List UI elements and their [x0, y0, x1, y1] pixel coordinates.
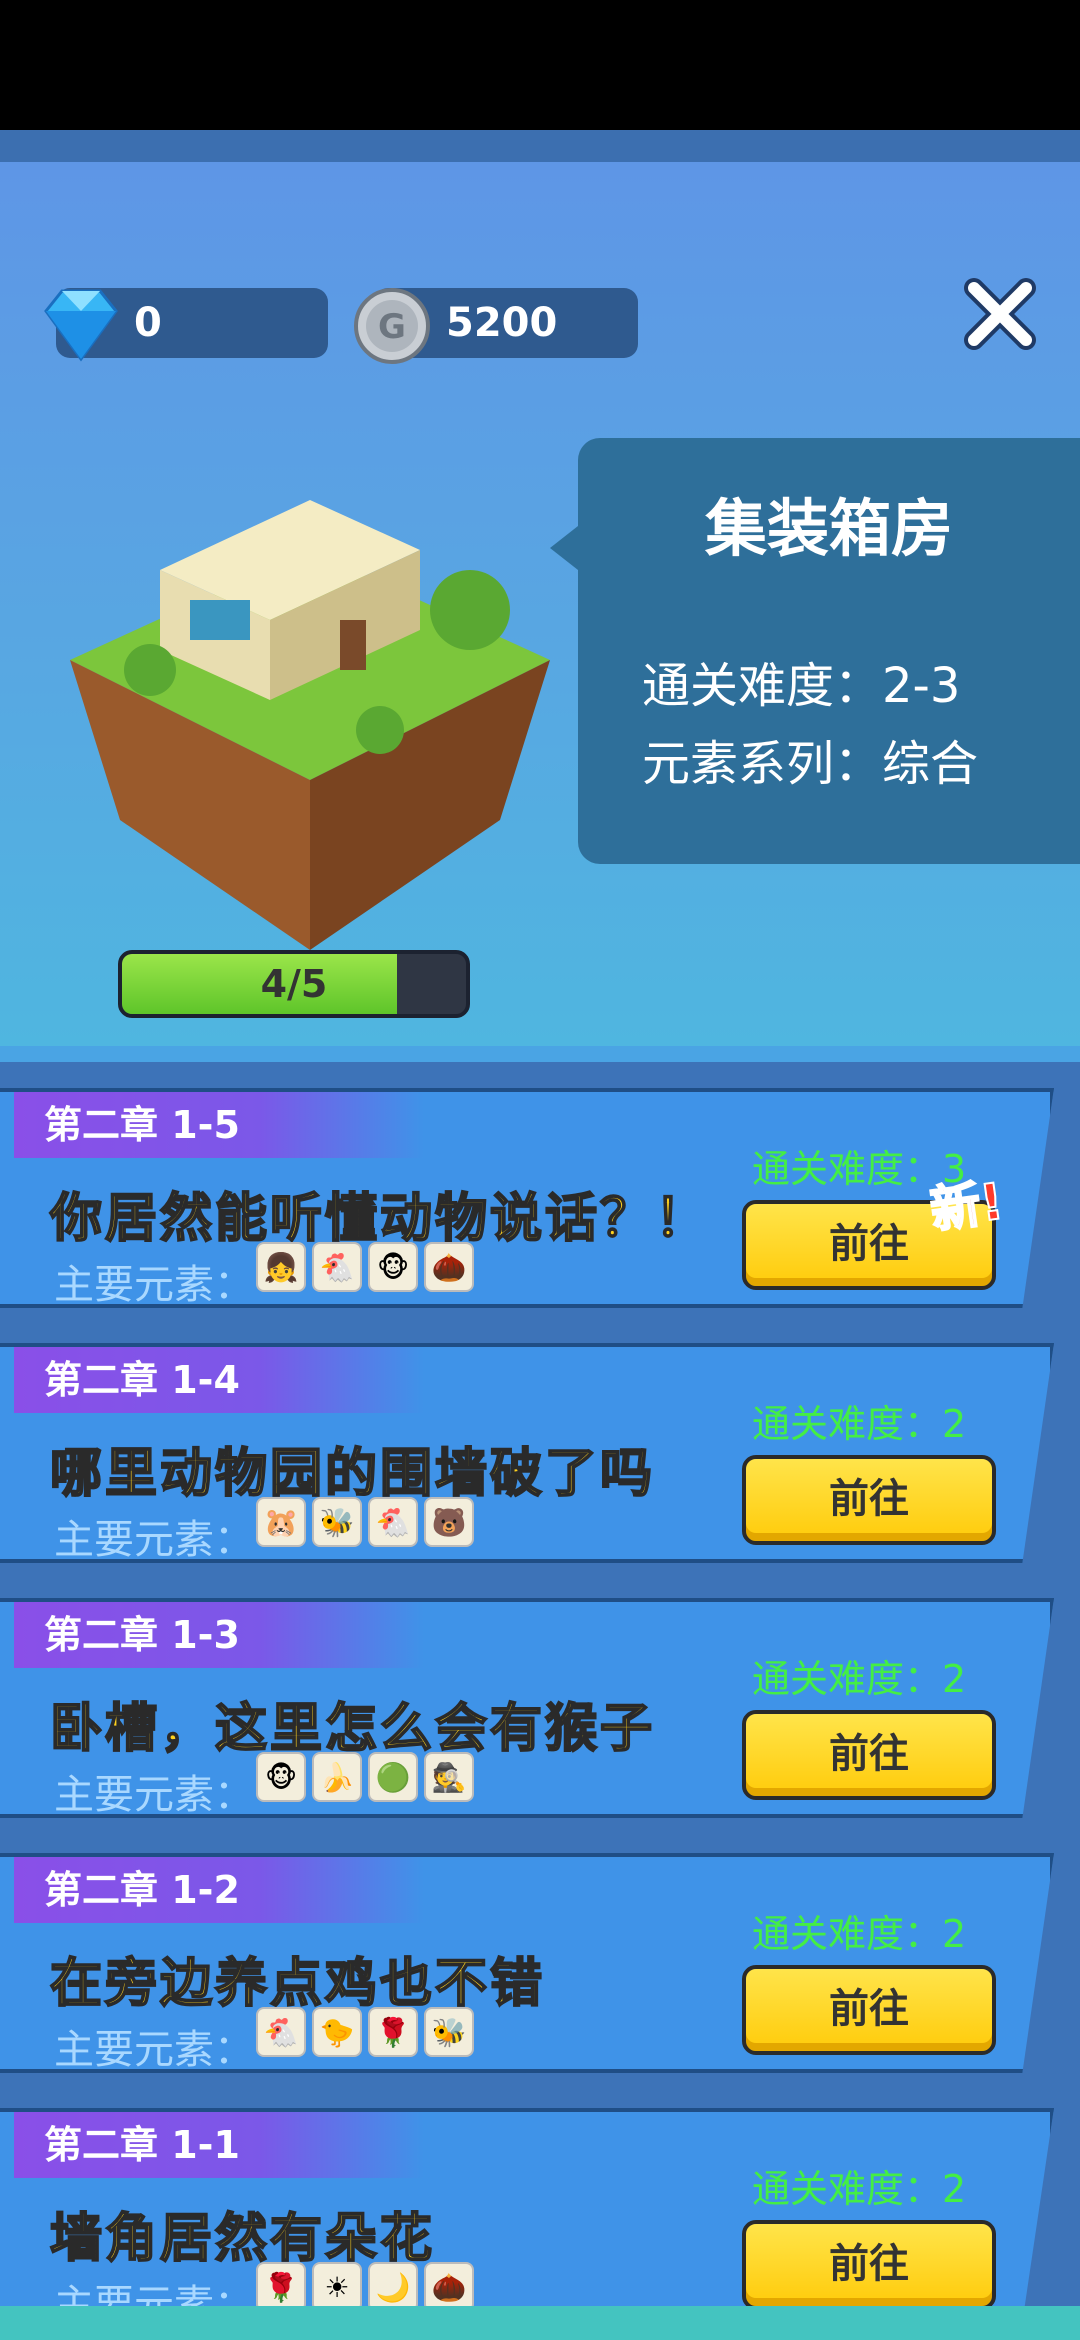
sun-icon: ☀: [312, 2262, 362, 2312]
monkey-icon: 🐵: [256, 1752, 306, 1802]
chapter-card: 第二章 1-3 卧槽，这里怎么会有猴子 主要元素： 🐵 🍌 🟢 🕵 通关难度：2…: [0, 1598, 1054, 1818]
chapter-card: 第二章 1-1 墙角居然有朵花 主要元素： 🌹 ☀ 🌙 🌰 通关难度：2 前往: [0, 2108, 1054, 2322]
close-button[interactable]: [960, 274, 1040, 354]
header-strip: [0, 130, 1080, 162]
chapter-title: 你居然能听懂动物说话？！: [49, 1188, 711, 1250]
chapter-tag: 第二章 1-1: [14, 2112, 424, 2178]
chapter-difficulty: 通关难度：2: [752, 2167, 967, 2211]
chick-icon: 🐤: [312, 2007, 362, 2057]
chapter-title: 墙角居然有朵花: [49, 2208, 436, 2270]
chapter-title: 卧槽，这里怎么会有猴子: [49, 1698, 656, 1760]
chapter-difficulty: 通关难度：2: [752, 1657, 967, 1701]
building-info-panel: 集装箱房 通关难度：2-3 元素系列：综合: [550, 438, 1080, 864]
difficulty-range: 通关难度：2-3: [642, 658, 961, 714]
new-badge: 新!: [926, 1171, 1008, 1241]
elements-label: 主要元素：: [54, 1262, 254, 1308]
banana-icon: 🍌: [312, 1752, 362, 1802]
elements-label: 主要元素：: [54, 1517, 254, 1563]
seed-icon: 🌰: [424, 1242, 474, 1292]
rose-icon: 🌹: [368, 2007, 418, 2057]
chapter-tag: 第二章 1-3: [14, 1602, 424, 1668]
chicken-icon: 🐔: [256, 2007, 306, 2057]
elements-label: 主要元素：: [54, 2027, 254, 2073]
chapter-card: 第二章 1-4 哪里动物园的围墙破了吗 主要元素： 🐹 🐝 🐔 🐻 通关难度：2…: [0, 1343, 1054, 1563]
go-button[interactable]: 前往: [742, 1455, 996, 1545]
rose-icon: 🌹: [256, 2262, 306, 2312]
building-progress-bar: 4/5: [118, 950, 470, 1018]
island-illustration: [70, 500, 550, 950]
element-icons: 🐔 🐤 🌹 🐝: [256, 2007, 474, 2057]
gem-count: 0: [134, 300, 162, 346]
chapter-tag: 第二章 1-5: [14, 1092, 424, 1158]
diamond-icon: [44, 289, 118, 362]
girl-icon: 👧: [256, 1242, 306, 1292]
element-series: 元素系列：综合: [642, 736, 979, 792]
progress-text: 4/5: [260, 962, 328, 1006]
go-button[interactable]: 前往: [742, 1710, 996, 1800]
moon-icon: 🌙: [368, 2262, 418, 2312]
element-icons: 🐵 🍌 🟢 🕵: [256, 1752, 474, 1802]
bottom-strip: [0, 2306, 1080, 2340]
durian-icon: 🟢: [368, 1752, 418, 1802]
chapter-tag: 第二章 1-4: [14, 1347, 424, 1413]
chapter-difficulty: 通关难度：2: [752, 1402, 967, 1446]
chapter-tag: 第二章 1-2: [14, 1857, 424, 1923]
chapter-title: 在旁边养点鸡也不错: [49, 1953, 546, 2015]
coin-icon: G: [354, 288, 430, 364]
go-button[interactable]: 前往: [742, 2220, 996, 2310]
go-button[interactable]: 前往: [742, 1965, 996, 2055]
elements-label: 主要元素：: [54, 1772, 254, 1818]
building-name: 集装箱房: [704, 492, 953, 565]
bear-icon: 🐻: [424, 1497, 474, 1547]
bee-icon: 🐝: [312, 1497, 362, 1547]
element-icons: 🌹 ☀ 🌙 🌰: [256, 2262, 474, 2312]
monkey-icon: 🐵: [368, 1242, 418, 1292]
chicken-icon: 🐔: [312, 1242, 362, 1292]
element-icons: 👧 🐔 🐵 🌰: [256, 1242, 474, 1292]
status-bar: [0, 0, 1080, 130]
hamster-icon: 🐹: [256, 1497, 306, 1547]
seed-icon: 🌰: [424, 2262, 474, 2312]
chapter-difficulty: 通关难度：2: [752, 1912, 967, 1956]
list-top-strip: [0, 1046, 1080, 1062]
chapter-card: 第二章 1-2 在旁边养点鸡也不错 主要元素： 🐔 🐤 🌹 🐝 通关难度：2 前…: [0, 1853, 1054, 2073]
thief-icon: 🕵: [424, 1752, 474, 1802]
svg-text:G: G: [378, 307, 406, 347]
close-icon: [964, 278, 1036, 350]
chapter-title: 哪里动物园的围墙破了吗: [49, 1443, 656, 1505]
bee-icon: 🐝: [424, 2007, 474, 2057]
element-icons: 🐹 🐝 🐔 🐻: [256, 1497, 474, 1547]
chapter-card: 第二章 1-5 你居然能听懂动物说话？！ 主要元素： 👧 🐔 🐵 🌰 通关难度：…: [0, 1088, 1054, 1308]
coin-count: 5200: [446, 300, 558, 346]
chicken-icon: 🐔: [368, 1497, 418, 1547]
